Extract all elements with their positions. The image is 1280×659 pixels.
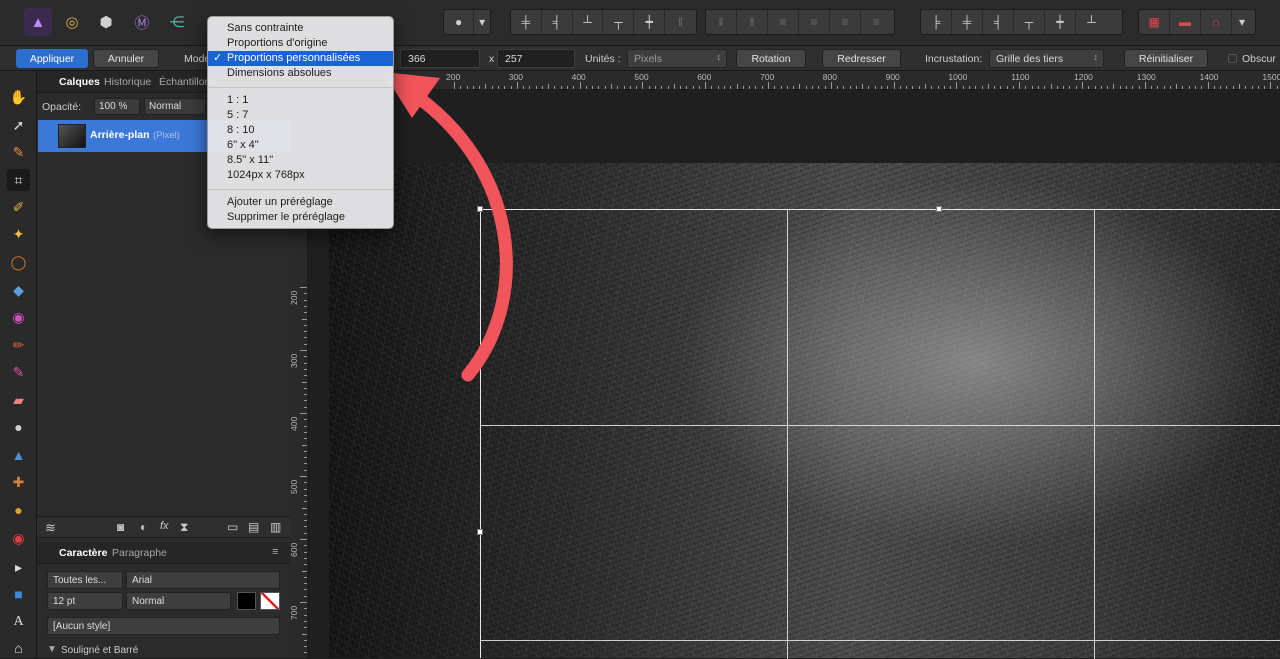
menu-item-preset[interactable]: 1 : 1	[208, 93, 393, 108]
menu-item-absolute-dimensions[interactable]: Dimensions absolues	[208, 66, 393, 81]
menu-item-preset[interactable]: 1024px x 768px	[208, 168, 393, 183]
checkmark-icon: ✓	[213, 52, 223, 64]
menu-separator	[208, 87, 393, 88]
annotation-arrow	[383, 72, 513, 382]
menu-item-preset[interactable]: 8 : 10	[208, 123, 393, 138]
menu-item-delete-preset[interactable]: Supprimer le préréglage	[208, 210, 393, 225]
menu-item-preset[interactable]: 8.5" x 11"	[208, 153, 393, 168]
menu-separator	[208, 189, 393, 190]
menu-item-preset[interactable]: 6" x 4"	[208, 138, 393, 153]
menu-item-label: Proportions personnalisées	[227, 52, 361, 64]
menu-item-preset[interactable]: 5 : 7	[208, 108, 393, 123]
mode-dropdown-menu: Sans contrainte Proportions d'origine ✓ …	[207, 16, 394, 229]
menu-item-original-ratio[interactable]: Proportions d'origine	[208, 36, 393, 51]
menu-item-add-preset[interactable]: Ajouter un préréglage	[208, 195, 393, 210]
menu-item-custom-ratio[interactable]: ✓ Proportions personnalisées	[208, 51, 393, 66]
menu-item-unconstrained[interactable]: Sans contrainte	[208, 21, 393, 36]
